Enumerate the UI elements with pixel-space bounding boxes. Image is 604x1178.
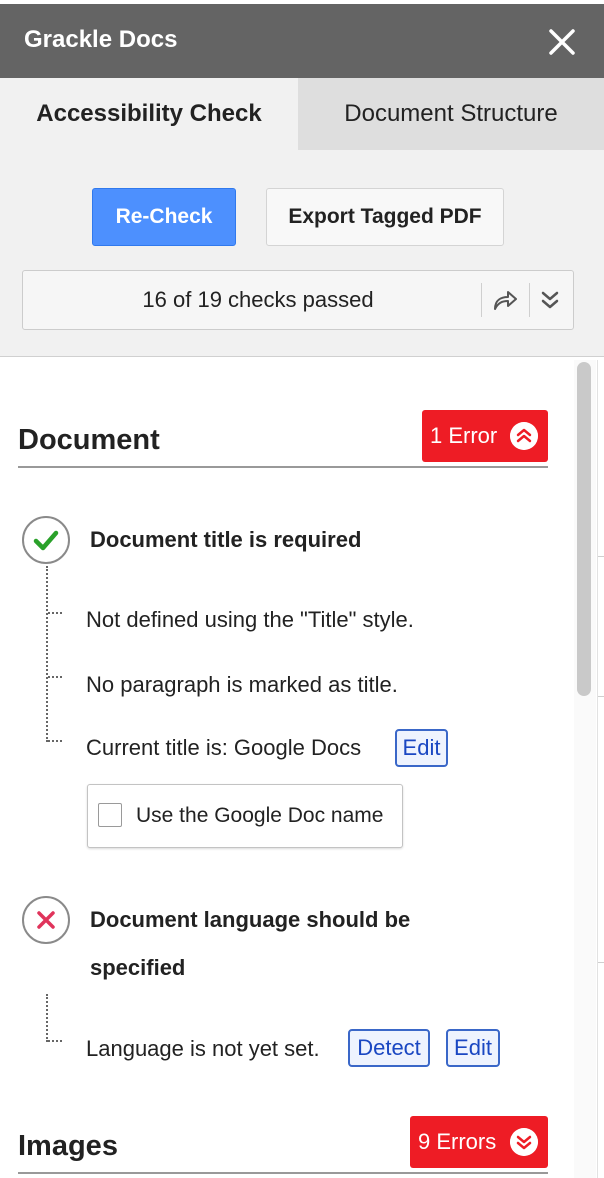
double-chevron-down-icon[interactable] (539, 287, 561, 313)
error-count: 9 Errors (418, 1129, 497, 1154)
panel-edge (597, 360, 598, 1178)
share-icon[interactable] (491, 287, 519, 313)
tree-branch (48, 612, 62, 614)
check-detail: Current title is: Google Docs (86, 735, 362, 760)
edit-language-button[interactable]: Edit (446, 1029, 500, 1067)
tab-document-structure[interactable]: Document Structure (298, 78, 604, 150)
check-status-fail (22, 896, 70, 944)
checks-summary-bar: 16 of 19 checks passed (22, 270, 574, 330)
checkbox-label: Use the Google Doc name (136, 804, 384, 827)
check-detail: Language is not yet set. (86, 1036, 320, 1061)
edge-mark (598, 696, 604, 697)
detect-language-button[interactable]: Detect (348, 1029, 430, 1067)
check-detail: No paragraph is marked as title. (86, 672, 398, 697)
tree-line (46, 566, 48, 742)
section-title: Images (18, 1130, 118, 1162)
use-doc-name-checkbox[interactable] (98, 803, 122, 827)
tree-branch (48, 676, 62, 678)
error-badge-document[interactable]: 1 Error (422, 410, 548, 462)
error-badge-images[interactable]: 9 Errors (410, 1116, 548, 1168)
tree-branch (48, 1040, 62, 1042)
export-tagged-pdf-button[interactable]: Export Tagged PDF (266, 188, 504, 246)
edit-title-button[interactable]: Edit (395, 729, 448, 767)
app-title: Grackle Docs (24, 26, 178, 53)
tab-bar: Accessibility Check Document Structure (0, 78, 604, 150)
tree-line (46, 994, 48, 1042)
checks-summary-text: 16 of 19 checks passed (142, 287, 374, 312)
title-bar: Grackle Docs (0, 4, 604, 78)
double-chevron-down-icon (510, 1128, 538, 1156)
double-chevron-up-icon (510, 422, 538, 450)
close-icon[interactable] (548, 28, 576, 56)
error-count: 1 Error (430, 423, 498, 448)
title-options-popup: Use the Google Doc name (87, 784, 403, 848)
edge-mark (598, 556, 604, 557)
checkmark-icon (33, 530, 59, 551)
check-title: Document language should be (90, 907, 411, 932)
scrollbar[interactable] (574, 360, 596, 1178)
check-status-pass (22, 516, 70, 564)
tab-accessibility-check[interactable]: Accessibility Check (0, 78, 298, 150)
scrollbar-thumb[interactable] (577, 362, 591, 696)
check-title: specified (90, 955, 186, 980)
tree-branch (48, 740, 62, 742)
divider (529, 283, 530, 317)
section-title: Document (18, 424, 160, 456)
check-title: Document title is required (90, 527, 362, 552)
edge-mark (598, 962, 604, 963)
divider (481, 283, 482, 317)
toolbar: Re-Check Export Tagged PDF 16 of 19 chec… (0, 150, 604, 357)
cross-icon (37, 911, 55, 929)
check-detail: Not defined using the "Title" style. (86, 607, 414, 632)
recheck-button[interactable]: Re-Check (92, 188, 236, 246)
